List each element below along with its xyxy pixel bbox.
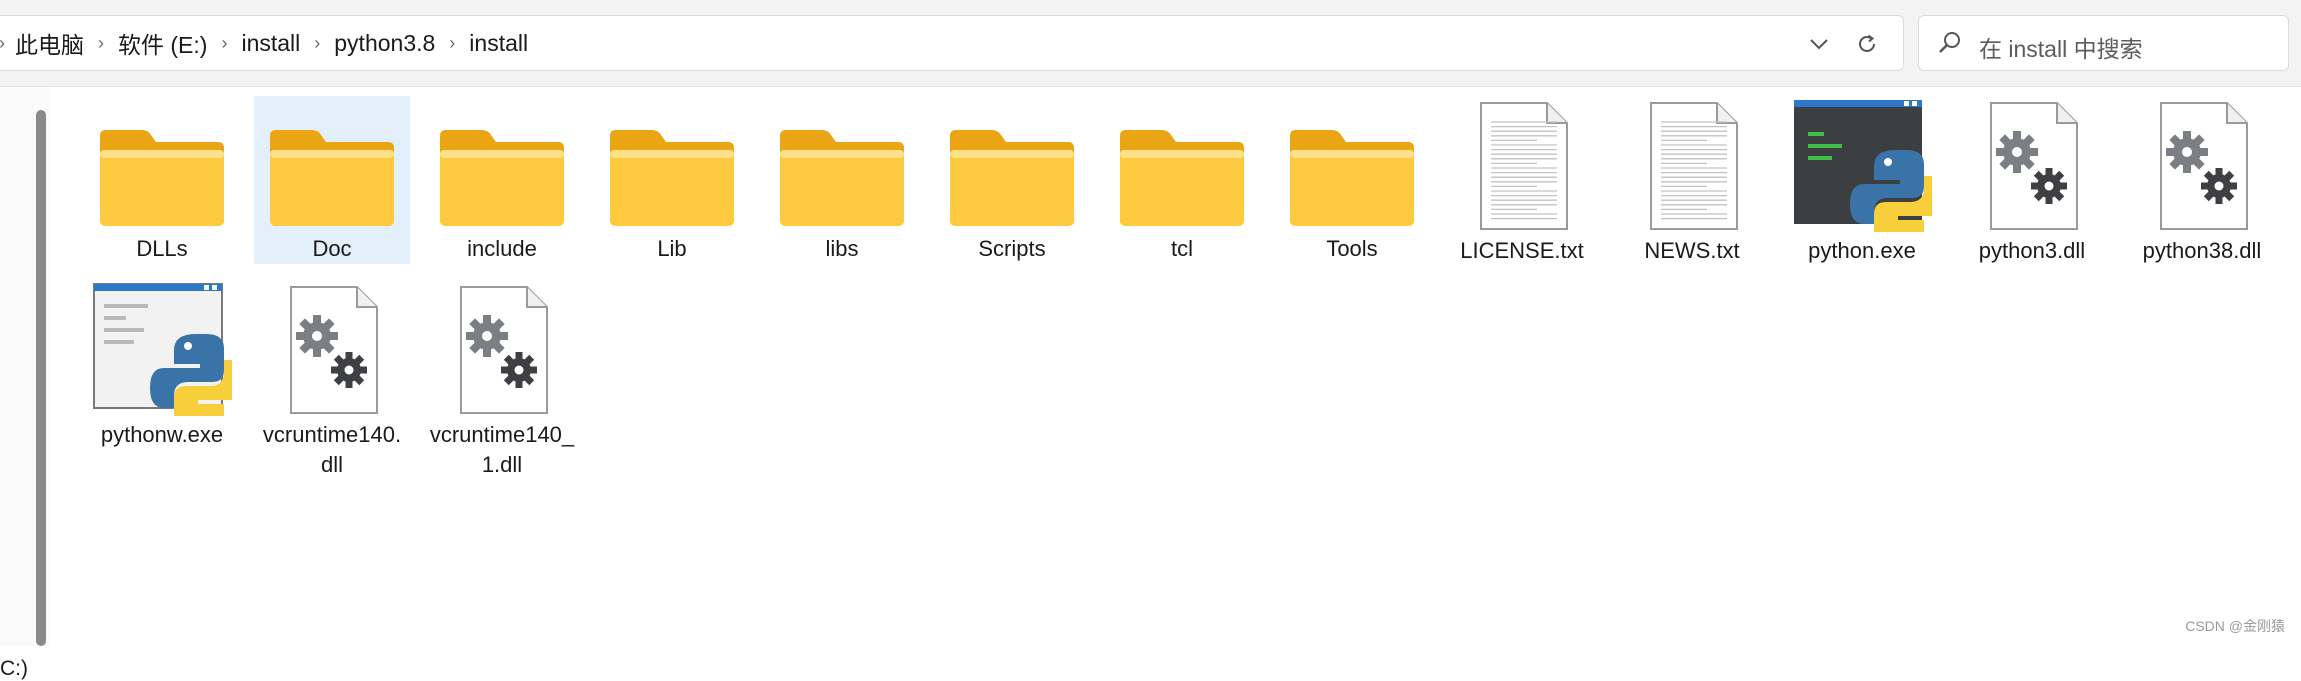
refresh-button[interactable]: [1849, 26, 1885, 62]
file-item[interactable]: python.exe: [1784, 96, 1940, 264]
file-name-label: vcruntime140.dll: [262, 422, 402, 477]
python-exe-icon: [1787, 100, 1937, 232]
breadcrumb: › 此电脑 › 软件 (E:) › install › python3.8 › …: [0, 16, 528, 70]
breadcrumb-install[interactable]: install: [241, 30, 300, 57]
breadcrumb-current-install[interactable]: install: [469, 30, 528, 57]
file-name-label: NEWS.txt: [1644, 238, 1740, 263]
folder-item[interactable]: Scripts: [934, 96, 1090, 264]
nav-scrollbar[interactable]: [36, 110, 46, 646]
history-dropdown-button[interactable]: [1801, 26, 1837, 62]
refresh-icon: [1859, 34, 1875, 52]
file-item[interactable]: NEWS.txt: [1614, 96, 1770, 264]
file-name-label: python3.dll: [1978, 238, 2086, 263]
file-item[interactable]: vcruntime140.dll: [254, 280, 410, 477]
file-name-label: Tools: [1326, 236, 1378, 261]
file-item[interactable]: python38.dll: [2124, 96, 2280, 264]
dll-file-icon: [2127, 102, 2277, 232]
search-icon: [1939, 32, 1960, 53]
pythonw-exe-icon: [87, 283, 237, 416]
file-item[interactable]: LICENSE.txt: [1444, 96, 1600, 264]
file-item[interactable]: vcruntime140_1.dll: [424, 280, 580, 477]
folder-icon: [1277, 104, 1427, 230]
folder-icon: [937, 104, 1087, 230]
text-file-icon: [1447, 102, 1597, 232]
folder-icon: [257, 104, 407, 230]
folder-item[interactable]: Lib: [594, 96, 750, 264]
file-name-label: python.exe: [1808, 238, 1916, 263]
dll-file-icon: [427, 286, 577, 416]
file-name-label: LICENSE.txt: [1460, 238, 1584, 263]
toolbar: › 此电脑 › 软件 (E:) › install › python3.8 › …: [0, 0, 2301, 87]
dll-file-icon: [257, 286, 407, 416]
search-input[interactable]: 在 install 中搜索: [1979, 30, 2143, 64]
folder-item[interactable]: tcl: [1104, 96, 1260, 264]
folder-item[interactable]: libs: [764, 96, 920, 264]
file-name-label: DLLs: [136, 236, 188, 261]
watermark: CSDN @金刚猿: [2185, 618, 2285, 634]
file-name-label: libs: [825, 236, 859, 261]
file-name-label: vcruntime140_1.dll: [429, 422, 575, 477]
chevron-right-icon[interactable]: ›: [449, 33, 455, 54]
dll-file-icon: [1957, 102, 2107, 232]
chevron-right-icon[interactable]: ›: [0, 33, 5, 54]
folder-item[interactable]: Tools: [1274, 96, 1430, 264]
folder-icon: [767, 104, 917, 230]
folder-item[interactable]: Doc: [254, 96, 410, 264]
file-name-label: pythonw.exe: [100, 422, 224, 447]
file-name-label: python38.dll: [2142, 238, 2262, 263]
file-name-label: tcl: [1171, 236, 1193, 261]
breadcrumb-drive-e[interactable]: 软件 (E:): [118, 26, 207, 60]
address-bar[interactable]: › 此电脑 › 软件 (E:) › install › python3.8 › …: [0, 15, 1904, 71]
chevron-right-icon[interactable]: ›: [98, 33, 104, 54]
search-box[interactable]: 在 install 中搜索: [1918, 15, 2289, 71]
file-name-label: Scripts: [978, 236, 1046, 261]
file-item[interactable]: python3.dll: [1954, 96, 2110, 264]
file-name-label: include: [467, 236, 537, 261]
nav-item-drive-c[interactable]: C:): [0, 657, 28, 681]
folder-item[interactable]: DLLs: [84, 96, 240, 264]
breadcrumb-this-pc[interactable]: 此电脑: [15, 26, 84, 60]
breadcrumb-python38[interactable]: python3.8: [334, 30, 435, 57]
folder-icon: [597, 104, 747, 230]
folder-icon: [427, 104, 577, 230]
folder-item[interactable]: include: [424, 96, 580, 264]
chevron-down-icon: [1810, 39, 1828, 50]
chevron-right-icon[interactable]: ›: [314, 33, 320, 54]
file-name-label: Lib: [657, 236, 687, 261]
folder-icon: [87, 104, 237, 230]
text-file-icon: [1617, 102, 1767, 232]
chevron-right-icon[interactable]: ›: [221, 33, 227, 54]
folder-icon: [1107, 104, 1257, 230]
file-name-label: Doc: [312, 236, 352, 261]
file-item[interactable]: pythonw.exe: [84, 280, 240, 448]
